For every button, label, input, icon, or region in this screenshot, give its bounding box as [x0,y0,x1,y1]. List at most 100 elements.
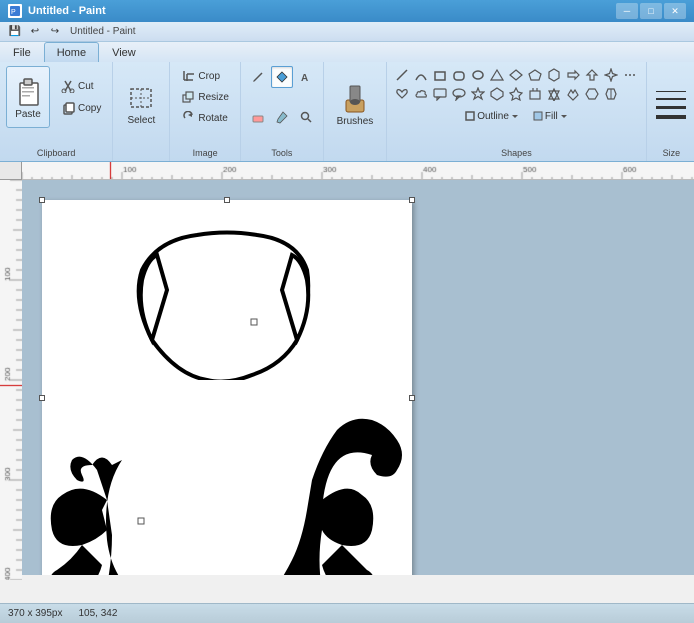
crop-button[interactable]: Crop [176,66,225,86]
arrow-right-shape[interactable] [564,66,582,84]
shape9[interactable] [545,85,563,103]
size-option-2[interactable] [653,97,689,101]
brushes-group: Brushes [324,62,387,161]
size-line-3 [656,106,686,109]
ribbon: Paste Cut [0,62,694,162]
brushes-label: Brushes [337,116,374,127]
crop-label: Crop [198,71,220,82]
size-option-4[interactable] [653,114,689,120]
paste-button[interactable]: Paste [6,66,50,128]
tab-file[interactable]: File [0,42,44,62]
magnify-button[interactable] [295,106,317,128]
triangle-shape[interactable] [488,66,506,84]
callout-rect[interactable] [431,85,449,103]
size-line-2 [656,98,686,100]
magnify-icon [299,110,313,124]
size-option-1[interactable] [653,90,689,93]
cut-button[interactable]: Cut [56,76,106,96]
fill-tool-button[interactable] [271,66,293,88]
arrow-shape2[interactable] [583,66,601,84]
canvas-wrapper [42,200,412,575]
close-button[interactable]: ✕ [664,3,686,19]
qa-save-button[interactable]: 💾 [6,24,24,40]
clipboard-group: Paste Cut [0,62,113,161]
tab-view[interactable]: View [99,42,149,62]
drawing-canvas[interactable] [42,200,412,575]
shape12[interactable] [602,85,620,103]
size-option-3[interactable] [653,105,689,110]
heart-shape[interactable] [393,85,411,103]
size-line-4 [656,115,686,119]
rotate-label: Rotate [198,113,227,124]
callout-round[interactable] [450,85,468,103]
vertical-ruler [0,180,22,575]
select-button[interactable]: Select [119,74,163,136]
shape7[interactable] [507,85,525,103]
pentagon-shape[interactable] [526,66,544,84]
clipboard-label: Clipboard [0,148,112,158]
star4-shape[interactable] [602,66,620,84]
eraser-button[interactable] [247,106,269,128]
rotate-button[interactable]: Rotate [176,108,232,128]
shape6[interactable] [488,85,506,103]
qa-undo-button[interactable]: ↩ [26,24,44,40]
round-rect-shape[interactable] [450,66,468,84]
outline-dropdown-icon [511,112,519,120]
outline-label: Outline [477,111,509,122]
quick-access-toolbar: 💾 ↩ ↪ Untitled - Paint [0,22,694,42]
hexagon-shape[interactable] [545,66,563,84]
diamond-shape[interactable] [507,66,525,84]
select-label: Select [127,115,155,126]
rotate-icon [181,111,195,125]
shapes-grid [393,66,639,103]
tab-home[interactable]: Home [44,42,99,62]
curve-shape[interactable] [412,66,430,84]
copy-button[interactable]: Copy [56,98,106,118]
fill-shape-icon [533,111,543,121]
clipboard-content: Paste Cut [6,66,106,157]
ruler-corner [0,162,22,180]
shape10[interactable] [564,85,582,103]
horizontal-ruler [22,162,694,180]
window-title: Untitled - Paint [28,5,106,17]
status-bar: 370 x 395px 105, 342 [0,603,694,623]
resize-icon [181,90,195,104]
handle-tl[interactable] [39,197,45,203]
maximize-button[interactable]: □ [640,3,662,19]
pencil-icon [251,70,265,84]
resize-label: Resize [198,92,229,103]
minimize-button[interactable]: ─ [616,3,638,19]
handle-ml[interactable] [39,395,45,401]
shape11[interactable] [583,85,601,103]
handle-tc[interactable] [224,197,230,203]
pencil-button[interactable] [247,66,269,88]
qa-title: Untitled - Paint [70,26,136,37]
star5-shape[interactable] [469,85,487,103]
window-controls: ─ □ ✕ [616,3,686,19]
brushes-button[interactable]: Brushes [330,74,380,136]
brushes-icon [340,82,370,116]
clipboard-small-buttons: Cut Copy [56,76,106,118]
qa-redo-button[interactable]: ↪ [46,24,64,40]
ellipse-shape[interactable] [469,66,487,84]
cloud-shape[interactable] [412,85,430,103]
tools-content: A [247,66,317,157]
canvas-scroll[interactable] [22,180,694,575]
handle-mr[interactable] [409,395,415,401]
resize-button[interactable]: Resize [176,87,234,107]
line-shape[interactable] [393,66,411,84]
outline-button[interactable]: Outline [460,107,524,125]
titlebar: P Untitled - Paint ─ □ ✕ [0,0,694,22]
color-pick-button[interactable] [271,106,293,128]
text-button[interactable]: A [295,66,317,88]
canvas-area [0,180,694,575]
size-group: Size [647,62,694,161]
rect-shape[interactable] [431,66,449,84]
shapes-label: Shapes [387,148,646,158]
fill-button[interactable]: Fill [528,107,573,125]
handle-tr[interactable] [409,197,415,203]
more-shapes[interactable] [621,66,639,84]
svg-text:A: A [301,73,308,84]
ribbon-tabs: File Home View [0,42,694,62]
shape8[interactable] [526,85,544,103]
